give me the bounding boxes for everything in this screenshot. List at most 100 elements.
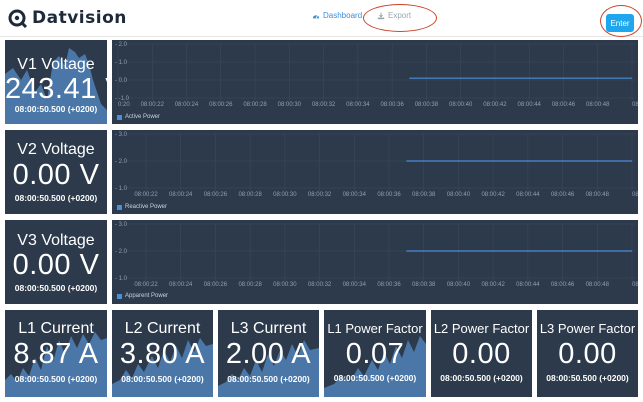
card-title: L2 Power Factor (433, 321, 530, 336)
x-tick-label: 08:00:38 (412, 192, 436, 198)
y-tick-label: - 0.0 (115, 78, 128, 84)
card-value: 3.80 A (119, 338, 206, 370)
x-tick-label: 08:00:38 (412, 282, 436, 288)
v2-voltage-card: V2 Voltage 0.00 V 08:00:50.500 (+0200) (5, 130, 107, 214)
active-power-chart[interactable]: - 2.0- 1.0- 0.0- -1.0 0:20 08:00:22 08:00:2… (112, 40, 638, 124)
legend-label: Apparent Power (125, 293, 169, 299)
x-tick-label: 08:00:44 (516, 282, 540, 288)
x-tick-label: 08:00:26 (204, 282, 228, 288)
logo-icon (8, 9, 28, 28)
x-tick-label: 08:00:32 (308, 282, 332, 288)
card-title: L1 Power Factor (327, 321, 423, 336)
card-timestamp: 08:00:50.500 (+0200) (14, 374, 98, 384)
y-tick-label: - 2.0 (115, 42, 128, 48)
card-title: L3 Current (230, 320, 307, 337)
x-tick-label: 08:00:42 (481, 192, 505, 198)
card-timestamp: 08:00:50.500 (+0200) (121, 374, 204, 384)
legend-swatch (117, 204, 122, 210)
dashboard-icon (312, 14, 320, 19)
x-tick-label: 08:00:46 (551, 192, 575, 198)
card-title: L2 Current (124, 320, 201, 337)
card-value: 243.41 V (5, 73, 107, 105)
y-tick-label: - 1.0 (115, 186, 128, 192)
x-tick-label: 08:00:26 (209, 102, 233, 108)
brand-logo[interactable]: Datvision (8, 7, 127, 29)
card-timestamp: 08:00:50.500 (+0200) (14, 104, 98, 114)
apparent-power-chart[interactable]: - 3.0 - 2.0 - 1.0 08:00:22 08:00:24 08:00:26 0… (112, 220, 638, 304)
reactive-power-plot: - 3.0 - 2.0 - 1.0 08:00:22 08:00:24 08:00:26 0… (115, 132, 638, 198)
card-value: 0.00 (452, 338, 511, 370)
legend-swatch (117, 293, 122, 299)
card-title: L1 Current (18, 320, 94, 337)
v3-voltage-card: V3 Voltage 0.00 V 08:00:50.500 (+0200) (5, 220, 107, 304)
x-tick-label: 08:00:48 (586, 192, 610, 198)
x-tick-label: 08:0 (632, 102, 638, 108)
x-tick-label: 08:00:44 (516, 192, 540, 198)
y-tick-label: - 3.0 (115, 132, 128, 138)
apparent-power-plot: - 3.0 - 2.0 - 1.0 08:00:22 08:00:24 08:00:26 0… (115, 222, 638, 288)
card-timestamp: 08:00:50.500 (+0200) (14, 193, 98, 203)
x-tick-label: 08:00:32 (312, 102, 336, 108)
card-timestamp: 08:00:50.500 (+0200) (440, 373, 523, 383)
l2-current-card: L2 Current 3.80 A 08:00:50.500 (+0200) (112, 310, 213, 397)
nav-dashboard[interactable]: Dashboard (312, 11, 362, 20)
y-tick-label: - 2.0 (115, 249, 128, 255)
x-tick-label: 08:00:42 (481, 282, 505, 288)
x-tick-label: 08:00:48 (586, 282, 610, 288)
y-tick-label: - 1.0 (115, 276, 128, 282)
legend-label: Active Power (125, 114, 161, 120)
enter-highlight-annotation (600, 5, 642, 37)
v1-voltage-card: V1 Voltage 243.41 V 08:00:50.500 (+0200) (5, 40, 107, 124)
apparent-power-legend: Apparent Power (117, 293, 168, 299)
y-tick-label: - 3.0 (115, 222, 128, 228)
card-value: 0.00 (558, 338, 617, 370)
x-tick-label: 0:20 (118, 102, 130, 108)
x-tick-label: 08:00:46 (551, 282, 575, 288)
x-tick-label: 08:00:26 (204, 192, 228, 198)
x-tick-label: 08:00:46 (552, 102, 576, 108)
y-tick-label: - 2.0 (115, 159, 128, 165)
card-value: 2.00 A (225, 338, 312, 370)
x-tick-label: 08:00:30 (273, 192, 297, 198)
x-tick-label: 08:00:30 (278, 102, 302, 108)
x-tick-label: 08:00:28 (238, 192, 262, 198)
x-tick-label: 08:00:24 (175, 102, 199, 108)
x-tick-label: 08:00:22 (141, 102, 165, 108)
x-tick-label: 08:00:40 (449, 102, 473, 108)
legend-label: Reactive Power (125, 204, 168, 210)
x-tick-label: 08:00:30 (273, 282, 297, 288)
x-tick-label: 08:00:22 (134, 192, 158, 198)
x-tick-label: 08:00:40 (447, 282, 471, 288)
card-title: V2 Voltage (17, 141, 95, 158)
card-timestamp: 08:00:50.500 (+0200) (546, 373, 629, 383)
x-tick-label: 08:00:44 (518, 102, 542, 108)
x-tick-label: 08:00:22 (134, 282, 158, 288)
x-tick-label: 08:00:28 (238, 282, 262, 288)
x-tick-label: 08:0 (632, 192, 638, 198)
card-timestamp: 08:00:50.500 (+0200) (227, 374, 310, 384)
x-tick-label: 08:00:24 (169, 192, 193, 198)
x-tick-label: 08:00:48 (586, 102, 610, 108)
card-value: 0.00 V (12, 249, 100, 281)
x-tick-label: 08:00:36 (377, 282, 401, 288)
l1-current-card: L1 Current 8.87 A 08:00:50.500 (+0200) (5, 310, 107, 397)
reactive-power-chart[interactable]: - 3.0 - 2.0 - 1.0 08:00:22 08:00:24 08:00:26 0… (112, 130, 638, 214)
x-tick-label: 08:00:24 (169, 282, 193, 288)
card-title: V3 Voltage (17, 232, 95, 249)
x-tick-label: 08:0 (632, 282, 638, 288)
l3-current-card: L3 Current 2.00 A 08:00:50.500 (+0200) (218, 310, 319, 397)
active-power-legend: Active Power (117, 114, 160, 120)
x-tick-label: 08:00:42 (483, 102, 507, 108)
card-value: 8.87 A (13, 338, 99, 370)
card-value: 0.00 V (12, 159, 100, 191)
x-tick-label: 08:00:38 (415, 102, 439, 108)
x-tick-label: 08:00:40 (447, 192, 471, 198)
card-timestamp: 08:00:50.500 (+0200) (333, 373, 417, 383)
card-title: V1 Voltage (17, 56, 95, 73)
l1-power-factor-card: L1 Power Factor 0.07 08:00:50.500 (+0200… (324, 310, 426, 397)
l3-power-factor-card: L3 Power Factor 0.00 08:00:50.500 (+0200… (537, 310, 638, 397)
top-navbar: Datvision Dashboard Export Enter (0, 0, 643, 37)
export-highlight-annotation (363, 4, 437, 32)
l2-power-factor-card: L2 Power Factor 0.00 08:00:50.500 (+0200… (431, 310, 532, 397)
card-value: 0.07 (345, 338, 405, 370)
